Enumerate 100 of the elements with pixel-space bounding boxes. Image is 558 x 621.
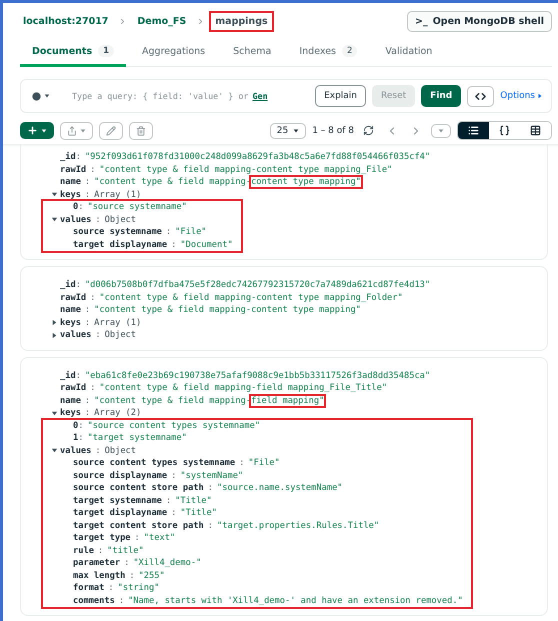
field-key: values [60,444,92,457]
colon: : [170,470,178,482]
field-value: "content type & field mapping-field mapping_File_Title" [99,382,388,394]
caret-icon [438,128,444,134]
field-key: comments [73,594,115,607]
colon: : [123,557,130,570]
field-key: _id [60,151,76,164]
colon: : [76,151,82,164]
field-value: Array (1) [94,188,142,201]
generate-query-link[interactable]: Gen [252,91,268,101]
field-key: source content types systemname [73,457,236,470]
export-button[interactable] [60,122,93,140]
field-key: 1 [73,432,78,444]
field-value: "content type & field mapping-content type mapping" [94,304,361,316]
colon: : [89,164,96,176]
field-key: 0 [73,201,78,214]
caret-icon[interactable] [51,447,58,454]
caret-icon[interactable] [51,332,58,339]
tab[interactable]: Indexes 2 [287,40,370,67]
caret-icon[interactable] [51,319,58,326]
colon: : [128,570,136,582]
query-button[interactable]: Explain [315,85,366,107]
field-key: _id [60,279,76,292]
breadcrumb-link[interactable]: localhost:27017 [17,11,114,32]
field-value: "target.properties.Rules.Title" [217,520,380,532]
field-value: "952f093d61f078fd31000c248d099a8629fa3b48c5a6e7fd88f054466f035cf4" [84,151,430,164]
field-value: "Title" [180,507,218,520]
colon: : [84,316,92,329]
tab[interactable]: Validation [373,40,444,67]
refresh-icon [363,125,374,136]
colon: : [84,394,92,407]
colon: : [134,532,141,544]
colon: : [84,407,92,420]
options-link[interactable]: Options [500,91,543,101]
open-shell-button[interactable]: >_ Open MongoDB shell [407,11,552,32]
field-value: "source.name.systemName" [217,482,343,494]
code-button[interactable] [467,86,494,106]
caret-icon[interactable] [51,191,58,198]
query-button[interactable]: Find [421,85,462,107]
field-value: "255" [138,570,165,582]
count-badge: 1 [98,45,114,57]
colon: : [78,420,84,432]
pencil-icon [106,126,116,136]
colon: : [94,214,102,226]
field-key: keys [60,316,81,329]
plus-icon [27,125,38,136]
field-key: max length [73,570,126,582]
field-key: parameter [73,557,120,570]
tab[interactable]: Aggregations [130,40,218,67]
field-key: target content store path [73,520,204,532]
field-key: name [60,304,81,316]
field-value: "string" [118,582,160,594]
caret-icon [80,128,86,134]
field-value: "eba61c8fe0e23b69c190738e75afaf9088c9e1bb5b33117526f3ad8dd35485ca" [84,370,430,382]
tab[interactable]: Documents 1 [20,40,126,67]
page-range: 1 – 8 of 8 [312,126,354,136]
colon: : [206,482,214,494]
caret-icon [293,128,300,134]
list-icon [468,125,479,136]
colon: : [206,520,214,532]
colon: : [78,201,84,214]
colon: : [96,544,104,557]
tab[interactable]: Schema [221,40,284,67]
field-value: "d006b7508b0f7dfba475e5f28edc74267792315720c7a7489da621cd87fe4d13" [84,279,430,292]
code-icon [475,90,486,102]
field-value: "content type & field mapping-content type mapping_File" [99,164,392,176]
field-value: "Name, starts with 'Xill4_demo-' and have an extension removed." [128,594,463,607]
field-value: Object [104,444,136,457]
field-key: target systemname [73,494,162,507]
braces-icon [499,125,510,136]
colon: : [94,329,102,342]
field-value: Array (1) [94,316,142,329]
field-key: _id [60,370,76,382]
field-key: 0 [73,420,78,432]
breadcrumb-link[interactable]: Demo_FS [131,11,192,32]
field-value: "content type & field mapping-content type mapping_Folder" [99,292,403,304]
breadcrumb-link[interactable]: mappings [209,11,274,32]
field-key: values [60,329,92,342]
field-value: "title" [107,544,144,557]
field-value: "content type & field mapping-content type mapping" [94,176,361,188]
colon: : [238,457,246,470]
colon: : [76,279,82,292]
query-field[interactable]: Type a query: { field: 'value' } or Gen [58,91,310,101]
table-icon [530,125,541,136]
field-value: "File" [175,226,207,238]
share-icon [67,126,77,136]
caret-icon[interactable] [51,410,58,417]
page-size-select[interactable]: 25 [270,122,306,138]
edit-button[interactable] [99,122,123,140]
colon: : [89,382,96,394]
field-key: format [73,582,104,594]
colon: : [164,494,172,507]
caret-icon[interactable] [51,216,58,224]
field-key: target displayname [73,507,168,520]
colon: : [107,582,115,594]
delete-button[interactable] [129,122,153,140]
list-view-button[interactable] [458,122,489,139]
add-data-button[interactable] [20,122,54,139]
colon: : [89,292,96,304]
count-badge: 2 [342,45,358,57]
